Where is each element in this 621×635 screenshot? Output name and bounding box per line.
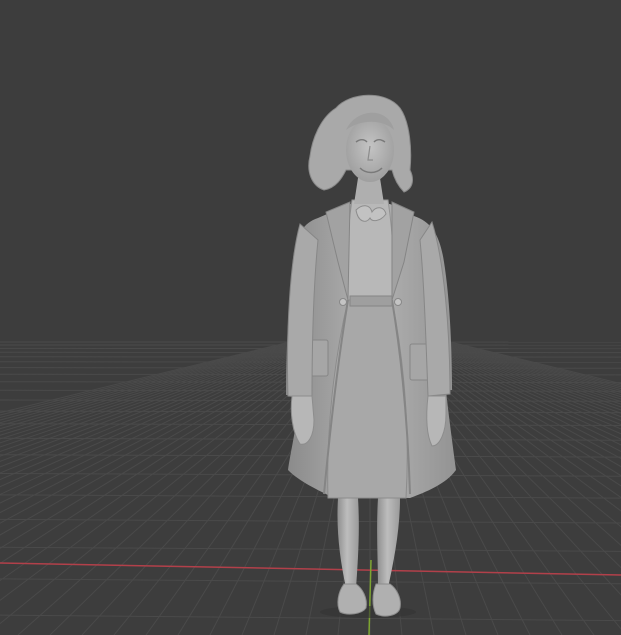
- coat-button-right: [394, 298, 402, 306]
- 3d-viewport[interactable]: [0, 0, 621, 635]
- belt: [349, 295, 393, 307]
- model-shadow: [320, 606, 416, 618]
- coat-button-left: [339, 298, 347, 306]
